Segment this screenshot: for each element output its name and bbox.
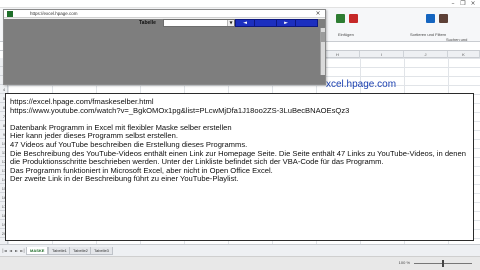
sum-icon[interactable] (336, 14, 345, 23)
excel-app-icon (7, 11, 13, 17)
table-label: Tabelle (139, 20, 156, 26)
minimize-icon[interactable]: – (448, 0, 458, 8)
description-textbox[interactable]: https://excel.hpage.com/fmaskeselber.htm… (5, 93, 474, 241)
userform-maske: https://excel.hpage.com × Tabelle ▼ ◄ ► (3, 9, 326, 85)
userform-scrollbar-thumb[interactable] (321, 32, 325, 42)
userform-scrollbar[interactable] (320, 28, 325, 75)
find-select-icon[interactable] (439, 14, 448, 23)
sheet-url-text: xcel.hpage.com (326, 79, 397, 90)
ribbon-group-sort (426, 14, 448, 23)
userform-body (4, 19, 325, 84)
chevron-down-icon[interactable]: ▼ (227, 20, 234, 26)
zoom-slider-thumb[interactable] (442, 260, 444, 267)
column-i[interactable]: I (360, 51, 404, 58)
zoom-level: 100 % (398, 260, 410, 265)
window-controls: – ❐ × (448, 0, 478, 8)
sheet-tab-tabelle2[interactable]: Tabelle2 (69, 247, 92, 255)
column-k[interactable]: K (448, 51, 480, 58)
ribbon-label-sort: Sortieren und Filtern (410, 32, 447, 37)
table-select-combobox[interactable]: ▼ (163, 19, 235, 27)
userform-title: https://excel.hpage.com (30, 11, 78, 16)
first-sheet-icon[interactable]: |◄ (2, 248, 7, 254)
tab-scroll-buttons: |◄ ◄ ► ►| (2, 248, 25, 254)
userform-titlebar[interactable]: https://excel.hpage.com × (4, 10, 325, 18)
sheet-tab-tabelle1[interactable]: Tabelle1 (48, 247, 71, 255)
previous-record-button[interactable]: ◄ (235, 19, 255, 27)
close-icon[interactable]: × (468, 0, 478, 8)
column-j[interactable]: J (404, 51, 448, 58)
sheet-tab-tabelle3[interactable]: Tabelle3 (90, 247, 113, 255)
clear-icon[interactable] (349, 14, 358, 23)
status-bar: 100 % (0, 256, 480, 270)
prev-sheet-icon[interactable]: ◄ (8, 248, 13, 254)
ribbon-label-insert: Einfügen (338, 32, 354, 37)
sheet-tab-bar: |◄ ◄ ► ►| MASKE Tabelle1 Tabelle2 Tabell… (0, 244, 480, 256)
sort-filter-icon[interactable] (426, 14, 435, 23)
restore-icon[interactable]: ❐ (458, 0, 468, 8)
ribbon-group-edit (336, 14, 358, 23)
description-paragraph: Die Beschreibung des YouTube-Videos enth… (10, 148, 466, 167)
next-sheet-icon[interactable]: ► (14, 248, 19, 254)
youtube-link[interactable]: https://www.youtube.com/watch?v=_BgkOMOx… (10, 106, 469, 116)
sheet-tab-maske[interactable]: MASKE (26, 247, 49, 255)
next-record-button[interactable]: ► (276, 19, 296, 27)
last-sheet-icon[interactable]: ►| (20, 248, 25, 254)
excel-titlebar: – ❐ × (0, 0, 480, 8)
description-line: Der zweite Link in der Beschreibung führ… (10, 174, 239, 184)
userform-close-icon[interactable]: × (313, 10, 323, 18)
